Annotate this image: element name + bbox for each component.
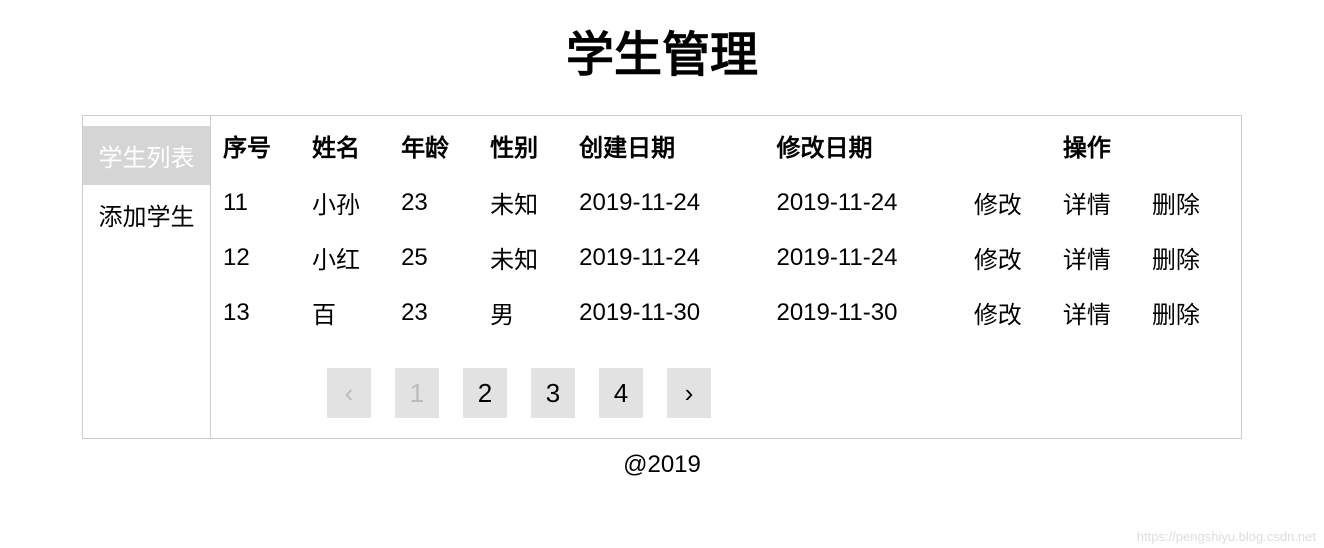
footer-text: @2019 [0, 439, 1324, 491]
cell-created: 2019-11-24 [573, 175, 770, 230]
header-gender: 性别 [484, 116, 573, 175]
table-row: 13百23男2019-11-302019-11-30修改详情删除 [217, 285, 1235, 340]
delete-link[interactable]: 删除 [1152, 247, 1200, 274]
delete-link[interactable]: 删除 [1152, 192, 1200, 219]
header-age: 年龄 [395, 116, 484, 175]
detail-link[interactable]: 详情 [1063, 302, 1111, 329]
cell-name: 百 [306, 285, 395, 340]
main-content: 序号 姓名 年龄 性别 创建日期 修改日期 操作 11小孙23未知2019-11… [211, 116, 1241, 438]
cell-gender: 未知 [484, 230, 573, 285]
detail-link[interactable]: 详情 [1063, 247, 1111, 274]
table-row: 12小红25未知2019-11-242019-11-24修改详情删除 [217, 230, 1235, 285]
page-prev-button[interactable]: ‹ [327, 368, 371, 418]
page-2-button[interactable]: 2 [463, 368, 507, 418]
pagination: ‹ 1 2 3 4 › [217, 368, 1235, 418]
cell-gender: 未知 [484, 175, 573, 230]
cell-name: 小红 [306, 230, 395, 285]
cell-name: 小孙 [306, 175, 395, 230]
table-header-row: 序号 姓名 年龄 性别 创建日期 修改日期 操作 [217, 116, 1235, 175]
cell-id: 11 [217, 175, 306, 230]
cell-age: 23 [395, 285, 484, 340]
cell-modified: 2019-11-24 [770, 175, 967, 230]
cell-age: 25 [395, 230, 484, 285]
page-3-button[interactable]: 3 [531, 368, 575, 418]
cell-id: 13 [217, 285, 306, 340]
sidebar-item-student-list[interactable]: 学生列表 [83, 126, 210, 185]
delete-link[interactable]: 删除 [1152, 302, 1200, 329]
table-row: 11小孙23未知2019-11-242019-11-24修改详情删除 [217, 175, 1235, 230]
sidebar: 学生列表 添加学生 [83, 116, 211, 438]
cell-gender: 男 [484, 285, 573, 340]
cell-modified: 2019-11-30 [770, 285, 967, 340]
header-actions: 操作 [1057, 116, 1146, 175]
header-name: 姓名 [306, 116, 395, 175]
sidebar-item-add-student[interactable]: 添加学生 [83, 185, 210, 244]
header-modified: 修改日期 [770, 116, 967, 175]
cell-created: 2019-11-30 [573, 285, 770, 340]
header-action-edit [968, 116, 1057, 175]
edit-link[interactable]: 修改 [974, 247, 1022, 274]
edit-link[interactable]: 修改 [974, 302, 1022, 329]
main-container: 学生列表 添加学生 序号 姓名 年龄 性别 创建日期 修改日期 操作 11小孙2… [82, 115, 1242, 439]
page-title: 学生管理 [0, 0, 1324, 115]
cell-created: 2019-11-24 [573, 230, 770, 285]
student-table: 序号 姓名 年龄 性别 创建日期 修改日期 操作 11小孙23未知2019-11… [217, 116, 1235, 340]
cell-id: 12 [217, 230, 306, 285]
header-created: 创建日期 [573, 116, 770, 175]
page-next-button[interactable]: › [667, 368, 711, 418]
edit-link[interactable]: 修改 [974, 192, 1022, 219]
page-1-button[interactable]: 1 [395, 368, 439, 418]
cell-modified: 2019-11-24 [770, 230, 967, 285]
detail-link[interactable]: 详情 [1063, 192, 1111, 219]
watermark: https://pengshiyu.blog.csdn.net [1137, 529, 1316, 544]
header-id: 序号 [217, 116, 306, 175]
page-4-button[interactable]: 4 [599, 368, 643, 418]
header-action-delete [1146, 116, 1235, 175]
cell-age: 23 [395, 175, 484, 230]
